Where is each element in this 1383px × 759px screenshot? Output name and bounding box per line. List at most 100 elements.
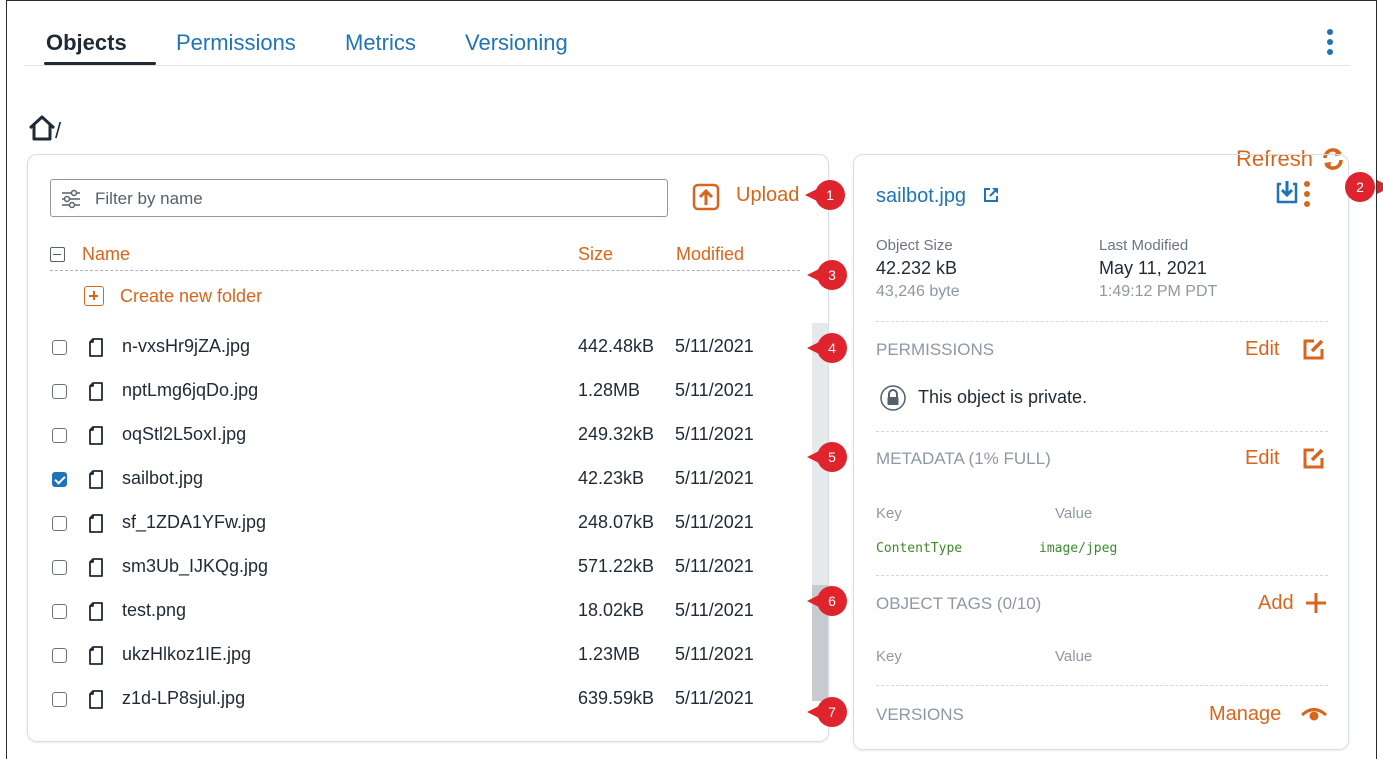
lock-icon bbox=[880, 385, 906, 411]
file-modified: 5/11/2021 bbox=[675, 512, 754, 532]
permissions-edit-button[interactable]: Edit bbox=[1245, 338, 1279, 361]
create-folder-icon[interactable] bbox=[84, 286, 104, 306]
row-checkbox[interactable] bbox=[52, 384, 67, 399]
column-header-modified[interactable]: Modified bbox=[676, 244, 744, 265]
table-row[interactable]: z1d-LP8sjul.jpg 639.59kB 5/11/2021 bbox=[28, 683, 808, 723]
row-checkbox[interactable] bbox=[52, 340, 67, 355]
file-name[interactable]: ukzHlkoz1IE.jpg bbox=[122, 644, 251, 665]
tags-add-button[interactable]: Add bbox=[1258, 592, 1294, 615]
filter-field[interactable] bbox=[50, 179, 668, 217]
metadata-key-label: Key bbox=[876, 505, 902, 522]
callout-6: 6 bbox=[805, 586, 853, 616]
object-size-bytes: 43,246 byte bbox=[876, 283, 960, 300]
plus-icon[interactable] bbox=[1304, 591, 1328, 615]
file-name[interactable]: sf_1ZDA1YFw.jpg bbox=[122, 512, 266, 533]
metadata-key: ContentType bbox=[876, 541, 963, 556]
object-size-value: 42.232 kB bbox=[876, 258, 958, 278]
versions-manage-button[interactable]: Manage bbox=[1209, 703, 1281, 726]
row-checkbox[interactable] bbox=[52, 428, 67, 443]
file-size: 1.23MB bbox=[578, 644, 641, 664]
file-icon bbox=[89, 514, 103, 533]
row-checkbox[interactable] bbox=[52, 604, 67, 619]
last-modified-label: Last Modified bbox=[1099, 237, 1189, 254]
table-row[interactable]: nptLmg6jqDo.jpg 1.28MB 5/11/2021 bbox=[28, 375, 808, 415]
tags-value-label: Value bbox=[1055, 648, 1093, 665]
metadata-value-label: Value bbox=[1055, 505, 1093, 522]
table-row[interactable]: oqStl2L5oxI.jpg 249.32kB 5/11/2021 bbox=[28, 419, 808, 459]
file-icon bbox=[89, 338, 103, 357]
upload-button[interactable]: Upload bbox=[736, 184, 799, 207]
file-icon bbox=[89, 602, 103, 621]
tab-permissions[interactable]: Permissions bbox=[176, 30, 296, 56]
tab-versioning[interactable]: Versioning bbox=[465, 30, 568, 56]
table-row[interactable]: sm3Ub_IJKQg.jpg 571.22kB 5/11/2021 bbox=[28, 551, 808, 591]
filter-input[interactable] bbox=[95, 188, 655, 210]
table-row[interactable]: test.png 18.02kB 5/11/2021 bbox=[28, 595, 808, 635]
breadcrumb-separator: / bbox=[55, 118, 62, 143]
object-tags-section-title: OBJECT TAGS (0/10) bbox=[876, 594, 1042, 613]
callout-4: 4 bbox=[805, 333, 853, 363]
file-icon bbox=[89, 646, 103, 665]
external-link-icon[interactable] bbox=[982, 186, 1000, 204]
home-icon[interactable] bbox=[27, 114, 57, 142]
file-size: 42.23kB bbox=[578, 468, 645, 488]
eye-icon[interactable] bbox=[1300, 702, 1328, 726]
file-name[interactable]: test.png bbox=[122, 600, 186, 621]
file-name[interactable]: z1d-LP8sjul.jpg bbox=[122, 688, 245, 709]
download-icon[interactable] bbox=[1274, 178, 1300, 206]
versions-section-title: VERSIONS bbox=[876, 705, 964, 724]
row-checkbox[interactable] bbox=[52, 692, 67, 707]
divider bbox=[876, 321, 1328, 322]
file-modified: 5/11/2021 bbox=[675, 424, 754, 444]
header-divider bbox=[50, 270, 800, 271]
table-row[interactable]: sailbot.jpg 42.23kB 5/11/2021 bbox=[28, 463, 808, 503]
divider bbox=[876, 431, 1328, 432]
table-row[interactable]: ukzHlkoz1IE.jpg 1.23MB 5/11/2021 bbox=[28, 639, 808, 679]
private-status-text: This object is private. bbox=[918, 387, 1088, 407]
row-checkbox[interactable] bbox=[52, 560, 67, 575]
file-modified: 5/11/2021 bbox=[675, 644, 754, 664]
row-checkbox[interactable] bbox=[52, 472, 67, 487]
row-checkbox[interactable] bbox=[52, 516, 67, 531]
file-modified: 5/11/2021 bbox=[675, 600, 754, 620]
object-details-panel: sailbot.jpg Object Size 42.232 kB 43,246… bbox=[853, 154, 1349, 750]
file-modified: 5/11/2021 bbox=[675, 556, 754, 576]
object-browser-panel: Upload Name Size Modified Create new fol… bbox=[27, 154, 829, 742]
create-folder-button[interactable]: Create new folder bbox=[120, 286, 262, 307]
edit-icon[interactable] bbox=[1302, 446, 1326, 470]
filter-icon bbox=[62, 189, 80, 209]
divider bbox=[876, 685, 1328, 686]
file-name[interactable]: n-vxsHr9jZA.jpg bbox=[122, 336, 250, 357]
tags-key-label: Key bbox=[876, 648, 902, 665]
object-name-link[interactable]: sailbot.jpg bbox=[876, 185, 966, 208]
table-row[interactable]: n-vxsHr9jZA.jpg 442.48kB 5/11/2021 bbox=[28, 331, 808, 371]
file-name[interactable]: sailbot.jpg bbox=[122, 468, 203, 489]
tab-metrics[interactable]: Metrics bbox=[345, 30, 416, 56]
object-more-options-icon[interactable] bbox=[1302, 181, 1312, 211]
file-size: 639.59kB bbox=[578, 688, 655, 708]
select-all-checkbox[interactable] bbox=[50, 247, 65, 262]
callout-3: 3 bbox=[805, 260, 853, 290]
metadata-edit-button[interactable]: Edit bbox=[1245, 447, 1279, 470]
file-icon bbox=[89, 558, 103, 577]
edit-icon[interactable] bbox=[1302, 337, 1326, 361]
metadata-section-title: METADATA (1% FULL) bbox=[876, 449, 1051, 468]
file-name[interactable]: oqStl2L5oxI.jpg bbox=[122, 424, 246, 445]
row-checkbox[interactable] bbox=[52, 648, 67, 663]
column-header-size[interactable]: Size bbox=[578, 244, 613, 265]
tab-objects[interactable]: Objects bbox=[46, 30, 127, 56]
file-modified: 5/11/2021 bbox=[675, 688, 754, 708]
table-row[interactable]: sf_1ZDA1YFw.jpg 248.07kB 5/11/2021 bbox=[28, 507, 808, 547]
file-modified: 5/11/2021 bbox=[675, 336, 754, 356]
column-header-name[interactable]: Name bbox=[82, 244, 130, 265]
upload-icon[interactable] bbox=[692, 183, 720, 211]
file-name[interactable]: nptLmg6jqDo.jpg bbox=[122, 380, 258, 401]
last-modified-date: May 11, 2021 bbox=[1099, 258, 1207, 278]
more-options-icon[interactable] bbox=[1323, 29, 1337, 59]
last-modified-time: 1:49:12 PM PDT bbox=[1099, 283, 1218, 300]
object-size-label: Object Size bbox=[876, 237, 953, 254]
file-icon bbox=[89, 426, 103, 445]
divider bbox=[876, 575, 1328, 576]
callout-5: 5 bbox=[805, 442, 853, 472]
file-name[interactable]: sm3Ub_IJKQg.jpg bbox=[122, 556, 268, 577]
